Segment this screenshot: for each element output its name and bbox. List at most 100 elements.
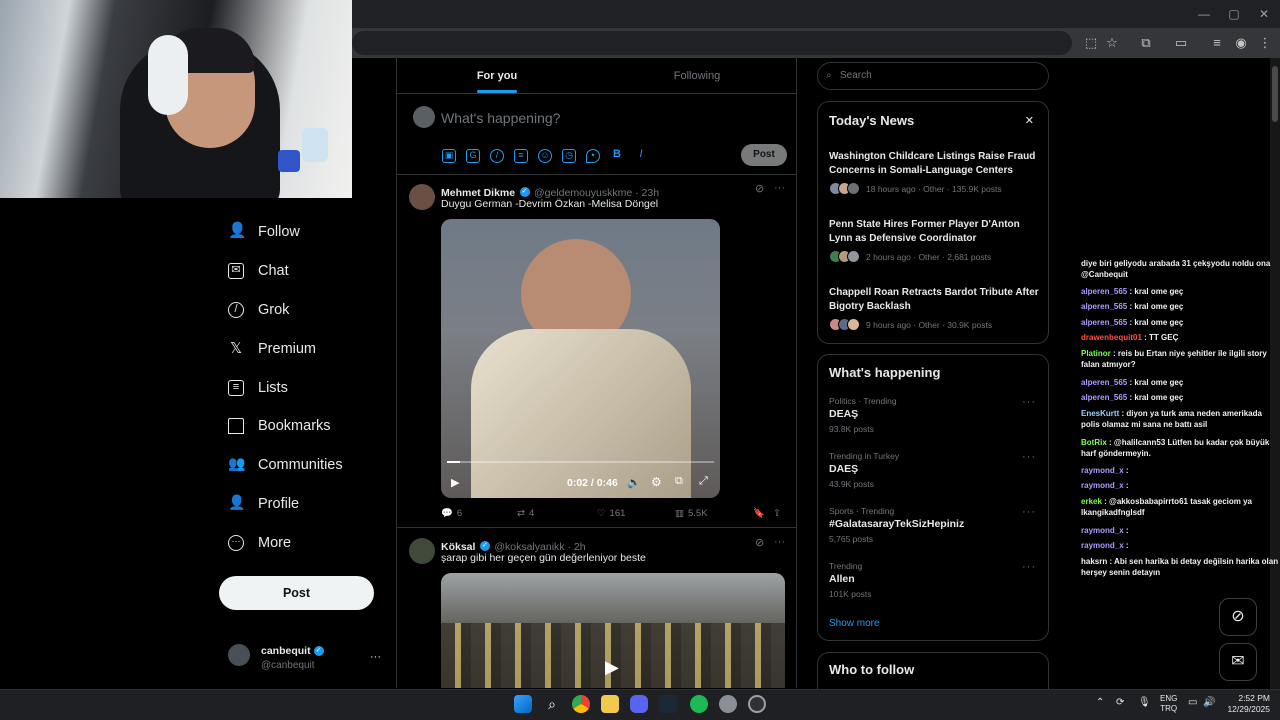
reply-button[interactable]: 💬 6 xyxy=(441,508,462,519)
sidebar-item-profile[interactable]: 👤 Profile xyxy=(228,490,299,518)
trend-name[interactable]: DAEŞ xyxy=(829,463,858,475)
clock-time: 2:52 PM xyxy=(1238,693,1270,703)
chat-username: haksrn xyxy=(1081,557,1110,566)
post-button[interactable]: Post xyxy=(219,576,374,610)
grok-explain-icon[interactable]: ⊘ xyxy=(755,182,764,195)
windows-start-icon[interactable] xyxy=(514,695,532,713)
reading-list-icon[interactable]: ≡ xyxy=(1207,33,1227,53)
grok-compose-icon[interactable]: / xyxy=(490,149,504,163)
account-name[interactable]: canbequit ✓ xyxy=(261,645,324,657)
settings-icon[interactable]: ⚙ xyxy=(651,475,662,489)
gif-icon[interactable]: G xyxy=(466,149,480,163)
address-bar[interactable] xyxy=(352,31,1072,55)
clock[interactable]: 2:52 PM 12/29/2025 xyxy=(1224,693,1270,715)
grok-float-button[interactable]: ⊘ xyxy=(1219,598,1257,636)
obs-icon[interactable] xyxy=(748,695,766,713)
avatar[interactable] xyxy=(228,644,250,666)
bold-icon[interactable]: B xyxy=(610,149,624,163)
file-explorer-icon[interactable] xyxy=(601,695,619,713)
bookmark-star-icon[interactable]: ☆ xyxy=(1102,33,1122,53)
trend-more-icon[interactable]: ··· xyxy=(1022,506,1036,518)
composer-avatar[interactable] xyxy=(413,106,435,128)
show-more-link[interactable]: Show more xyxy=(829,618,880,629)
sidebar-icon[interactable]: ▭ xyxy=(1171,33,1191,53)
discord-icon[interactable] xyxy=(630,695,648,713)
page-scrollbar[interactable] xyxy=(1270,58,1280,689)
chat-username: raymond_x xyxy=(1081,541,1126,550)
trend-more-icon[interactable]: ··· xyxy=(1022,396,1036,408)
close-icon[interactable]: ✕ xyxy=(1025,114,1034,127)
tweet-more-icon[interactable]: ··· xyxy=(774,182,785,194)
tab-following[interactable]: Following xyxy=(597,58,796,94)
scrollbar-thumb[interactable] xyxy=(1272,66,1278,122)
news-item-title[interactable]: Washington Childcare Listings Raise Frau… xyxy=(829,150,1039,177)
close-icon[interactable]: ✕ xyxy=(1256,6,1272,22)
news-item-title[interactable]: Chappell Roan Retracts Bardot Tribute Af… xyxy=(829,286,1039,313)
tab-for-you[interactable]: For you xyxy=(397,58,597,94)
poll-icon[interactable]: ≡ xyxy=(514,149,528,163)
chrome-icon[interactable] xyxy=(572,695,590,713)
fullscreen-icon[interactable]: ⤢ xyxy=(699,475,708,488)
settings-icon[interactable] xyxy=(719,695,737,713)
profile-icon[interactable]: ◉ xyxy=(1231,33,1251,53)
microphone-icon[interactable]: 🎙 xyxy=(1138,697,1151,708)
sync-icon[interactable]: ⟳ xyxy=(1116,697,1124,708)
trend-name[interactable]: DEAŞ xyxy=(829,408,858,420)
italic-icon[interactable]: I xyxy=(634,149,648,163)
composer-input[interactable]: What's happening? xyxy=(441,110,560,126)
search-icon[interactable]: ⌕ xyxy=(543,695,561,713)
trend-more-icon[interactable]: ··· xyxy=(1022,451,1036,463)
location-icon[interactable]: • xyxy=(586,149,600,163)
trend-more-icon[interactable]: ··· xyxy=(1022,561,1036,573)
minimize-icon[interactable]: — xyxy=(1196,6,1212,22)
steam-icon[interactable] xyxy=(659,695,677,713)
sidebar-item-chat[interactable]: ✉ Chat xyxy=(228,257,289,285)
volume-icon[interactable]: 🔈 xyxy=(627,476,641,489)
trend-name[interactable]: #GalatasarayTekSizHepiniz xyxy=(829,518,964,530)
video-progress-track[interactable] xyxy=(447,461,714,463)
emoji-icon[interactable]: ☺ xyxy=(538,149,552,163)
sidebar-item-more[interactable]: ··· More xyxy=(228,529,291,557)
tweet-video[interactable]: ▶ 0:02 / 0:46 🔈 ⚙ ⧉ ⤢ xyxy=(441,219,720,498)
chat-message: alperen_565 : kral ome geç xyxy=(1081,392,1280,403)
sidebar-item-lists[interactable]: ≡ Lists xyxy=(228,374,288,402)
tweet-avatar[interactable] xyxy=(409,184,435,210)
sidebar-item-grok[interactable]: / Grok xyxy=(228,296,289,324)
messages-float-button[interactable]: ✉ xyxy=(1219,643,1257,681)
views-button[interactable]: ▥ 5.5K xyxy=(675,508,708,519)
sidebar-item-premium[interactable]: 𝕏 Premium xyxy=(228,335,316,363)
search-icon: ⌕ xyxy=(826,70,832,81)
repost-button[interactable]: ⇄ 4 xyxy=(517,508,534,519)
bookmark-button[interactable]: 🔖 xyxy=(753,508,765,519)
news-item-title[interactable]: Penn State Hires Former Player D'Anton L… xyxy=(829,218,1039,245)
tweet-more-icon[interactable]: ··· xyxy=(774,536,785,548)
install-app-icon[interactable]: ⬚ xyxy=(1081,33,1101,53)
network-icon[interactable]: ▭ xyxy=(1188,697,1197,708)
sidebar-item-communities[interactable]: 👥 Communities xyxy=(228,451,343,479)
extensions-icon[interactable]: ⧉ xyxy=(1136,33,1156,53)
schedule-icon[interactable]: ◷ xyxy=(562,149,576,163)
tweet-video[interactable]: ▶ xyxy=(441,573,785,688)
image-icon[interactable]: ▣ xyxy=(442,149,456,163)
sidebar-item-label: More xyxy=(258,535,292,551)
bookmark-icon xyxy=(228,418,244,434)
search-input[interactable]: ⌕ Search xyxy=(817,62,1049,90)
tray-chevron-icon[interactable]: ⌃ xyxy=(1096,697,1104,708)
volume-icon[interactable]: 🔊 xyxy=(1203,697,1215,708)
share-button[interactable]: ⇪ xyxy=(773,508,781,519)
account-more-icon[interactable]: ··· xyxy=(370,651,381,663)
tweet-avatar[interactable] xyxy=(409,538,435,564)
sidebar-item-bookmarks[interactable]: Bookmarks xyxy=(228,412,331,440)
more-menu-icon[interactable]: ⋮ xyxy=(1255,33,1275,53)
spotify-icon[interactable] xyxy=(690,695,708,713)
play-icon[interactable]: ▶ xyxy=(605,657,619,678)
language-indicator[interactable]: ENG TRQ xyxy=(1160,694,1177,714)
maximize-icon[interactable]: ▢ xyxy=(1226,6,1242,22)
like-button[interactable]: ♡ 161 xyxy=(597,508,625,519)
sidebar-item-follow[interactable]: 👤 Follow xyxy=(228,218,300,246)
pip-icon[interactable]: ⧉ xyxy=(675,475,683,488)
play-icon[interactable]: ▶ xyxy=(451,476,459,489)
grok-explain-icon[interactable]: ⊘ xyxy=(755,536,764,549)
composer-post-button[interactable]: Post xyxy=(741,144,787,166)
trend-name[interactable]: Allen xyxy=(829,573,855,585)
